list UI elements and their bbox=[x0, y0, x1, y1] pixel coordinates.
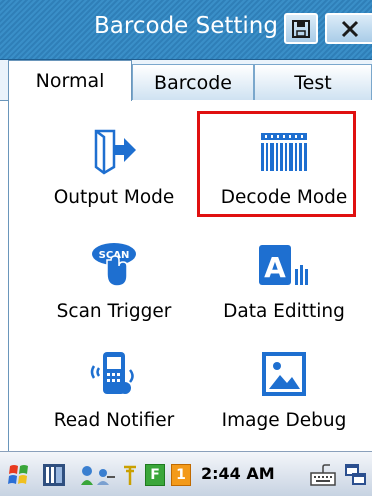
read-notifier-item[interactable]: Read Notifier bbox=[49, 348, 179, 431]
save-button[interactable] bbox=[284, 13, 318, 44]
data-editing-label: Data Editting bbox=[223, 301, 345, 322]
output-mode-label: Output Mode bbox=[53, 187, 175, 208]
keyboard-panel-icon[interactable] bbox=[40, 461, 68, 489]
close-button[interactable] bbox=[325, 13, 372, 44]
number-badge[interactable]: 1 bbox=[170, 461, 192, 489]
data-editing-item[interactable]: A Data Editting bbox=[209, 239, 359, 322]
scan-trigger-item[interactable]: SCAN Scan Trigger bbox=[49, 239, 179, 322]
scan-trigger-hand-icon: SCAN bbox=[88, 239, 140, 291]
phone-sound-icon bbox=[88, 348, 140, 400]
start-windows-icon[interactable] bbox=[4, 461, 36, 489]
output-door-arrow-icon bbox=[88, 125, 140, 177]
image-debug-item[interactable]: Image Debug bbox=[209, 348, 359, 431]
tab-barcode[interactable]: Barcode bbox=[132, 64, 254, 100]
number-badge-text: 1 bbox=[171, 464, 191, 486]
image-picture-icon bbox=[258, 348, 310, 400]
taskbar: F 1 2:44 AM bbox=[0, 451, 372, 496]
keyboard-icon[interactable] bbox=[308, 461, 338, 489]
data-edit-a-icon: A bbox=[258, 239, 310, 291]
sync-people-icon[interactable] bbox=[78, 461, 118, 489]
read-notifier-label: Read Notifier bbox=[53, 410, 175, 431]
save-icon bbox=[292, 19, 310, 38]
f-key-badge[interactable]: F bbox=[144, 461, 166, 489]
signal-icon[interactable] bbox=[120, 461, 142, 489]
tab-bar: Normal Barcode Test bbox=[0, 60, 372, 101]
tab-test[interactable]: Test bbox=[254, 64, 372, 100]
tab-normal[interactable]: Normal bbox=[8, 60, 132, 101]
close-icon bbox=[341, 20, 358, 37]
output-mode-item[interactable]: Output Mode bbox=[49, 125, 179, 208]
svg-text:A: A bbox=[264, 251, 286, 284]
windows-switch-icon[interactable] bbox=[342, 461, 370, 489]
f-badge-text: F bbox=[145, 464, 165, 486]
decode-mode-highlight bbox=[197, 111, 356, 217]
scan-trigger-label: Scan Trigger bbox=[56, 301, 172, 322]
window-title: Barcode Setting bbox=[94, 13, 278, 39]
clock[interactable]: 2:44 AM bbox=[201, 464, 275, 483]
image-debug-label: Image Debug bbox=[221, 410, 347, 431]
title-bar: Barcode Setting bbox=[0, 0, 372, 60]
